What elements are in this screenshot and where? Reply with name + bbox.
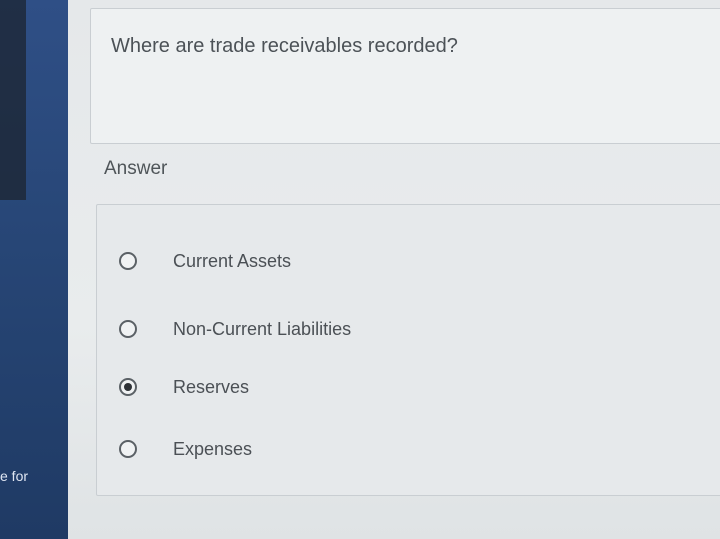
question-box: Where are trade receivables recorded? bbox=[90, 8, 720, 144]
radio-current-assets[interactable] bbox=[119, 252, 137, 270]
option-label: Expenses bbox=[173, 438, 253, 459]
option-label: Reserves bbox=[173, 376, 250, 397]
option-label: Non-Current Liabilities bbox=[173, 318, 352, 339]
radio-reserves[interactable] bbox=[119, 378, 137, 396]
question-text: Where are trade receivables recorded? bbox=[111, 35, 458, 57]
answer-heading: Answer bbox=[104, 158, 168, 179]
main-content: Where are trade receivables recorded? An… bbox=[68, 0, 720, 539]
radio-expenses[interactable] bbox=[119, 440, 137, 458]
radio-non-current-liabilities[interactable] bbox=[119, 320, 137, 338]
left-sidebar: e for bbox=[0, 0, 68, 539]
option-label: Current Assets bbox=[173, 250, 292, 271]
sidebar-text-fragment: e for bbox=[0, 468, 29, 484]
answer-options: Current Assets Non-Current Liabilities R… bbox=[96, 204, 720, 496]
sidebar-dark-panel bbox=[0, 0, 26, 200]
